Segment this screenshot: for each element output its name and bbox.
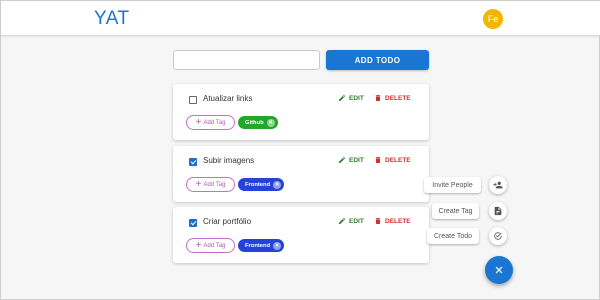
create-tag-button[interactable]	[489, 202, 507, 220]
plus-icon: +	[195, 116, 202, 128]
edit-label: EDIT	[349, 94, 364, 102]
todo-checkbox[interactable]	[189, 96, 197, 104]
todo-card: Subir imagens EDIT DELETE + Add Tag Fron…	[173, 146, 429, 202]
invite-people-label[interactable]: Invite People	[424, 177, 481, 193]
add-tag-label: Add Tag	[203, 242, 226, 249]
todo-title: Criar portfólio	[203, 217, 252, 226]
todo-input[interactable]	[173, 50, 320, 70]
edit-button[interactable]: EDIT	[338, 217, 364, 225]
todo-card: Criar portfólio EDIT DELETE + Add Tag Fr…	[173, 207, 429, 263]
remove-tag-icon[interactable]: ×	[273, 180, 282, 189]
tag-label: Frontend	[245, 181, 271, 188]
tag-label: Frontend	[245, 242, 271, 249]
edit-label: EDIT	[349, 217, 364, 225]
add-tag-label: Add Tag	[203, 181, 226, 188]
tag-chip[interactable]: Github ×	[238, 116, 278, 129]
add-tag-button[interactable]: + Add Tag	[186, 238, 235, 253]
close-icon	[495, 266, 503, 274]
delete-button[interactable]: DELETE	[374, 94, 411, 102]
add-tag-button[interactable]: + Add Tag	[186, 177, 235, 192]
remove-tag-icon[interactable]: ×	[273, 241, 282, 250]
trash-icon	[375, 157, 381, 163]
app-bar: YAT Fe	[1, 1, 600, 36]
app-window: YAT Fe ADD TODO Atualizar links EDIT DEL…	[0, 0, 600, 300]
add-tag-label: Add Tag	[203, 119, 226, 126]
add-task-icon	[494, 232, 502, 240]
todo-card: Atualizar links EDIT DELETE + Add Tag Gi…	[173, 84, 429, 140]
tag-chip[interactable]: Frontend ×	[238, 178, 285, 191]
trash-icon	[375, 218, 381, 224]
todo-title: Subir imagens	[203, 156, 255, 165]
tag-label: Github	[245, 119, 264, 126]
create-todo-button[interactable]	[489, 227, 507, 245]
trash-icon	[375, 95, 381, 101]
pencil-icon	[339, 217, 345, 224]
plus-icon: +	[195, 239, 202, 251]
edit-label: EDIT	[349, 156, 364, 164]
plus-icon: +	[195, 178, 202, 190]
todo-title: Atualizar links	[203, 94, 253, 103]
pencil-icon	[339, 94, 345, 101]
app-title: YAT	[94, 8, 130, 29]
tag-add-icon	[494, 206, 502, 216]
delete-button[interactable]: DELETE	[374, 156, 411, 164]
edit-button[interactable]: EDIT	[338, 94, 364, 102]
delete-label: DELETE	[385, 156, 411, 164]
add-tag-button[interactable]: + Add Tag	[186, 115, 235, 130]
create-tag-label[interactable]: Create Tag	[432, 203, 479, 219]
invite-people-button[interactable]	[489, 176, 507, 194]
todo-checkbox[interactable]	[189, 158, 197, 166]
delete-label: DELETE	[385, 217, 411, 225]
delete-label: DELETE	[385, 94, 411, 102]
remove-tag-icon[interactable]: ×	[266, 118, 275, 127]
person-add-icon	[493, 181, 503, 189]
avatar[interactable]: Fe	[483, 9, 503, 29]
tag-chip[interactable]: Frontend ×	[238, 239, 285, 252]
create-todo-label[interactable]: Create Todo	[427, 228, 479, 244]
delete-button[interactable]: DELETE	[374, 217, 411, 225]
speed-dial-fab[interactable]	[485, 256, 513, 284]
todo-checkbox[interactable]	[189, 219, 197, 227]
add-todo-button[interactable]: ADD TODO	[326, 50, 429, 70]
pencil-icon	[339, 156, 345, 163]
edit-button[interactable]: EDIT	[338, 156, 364, 164]
